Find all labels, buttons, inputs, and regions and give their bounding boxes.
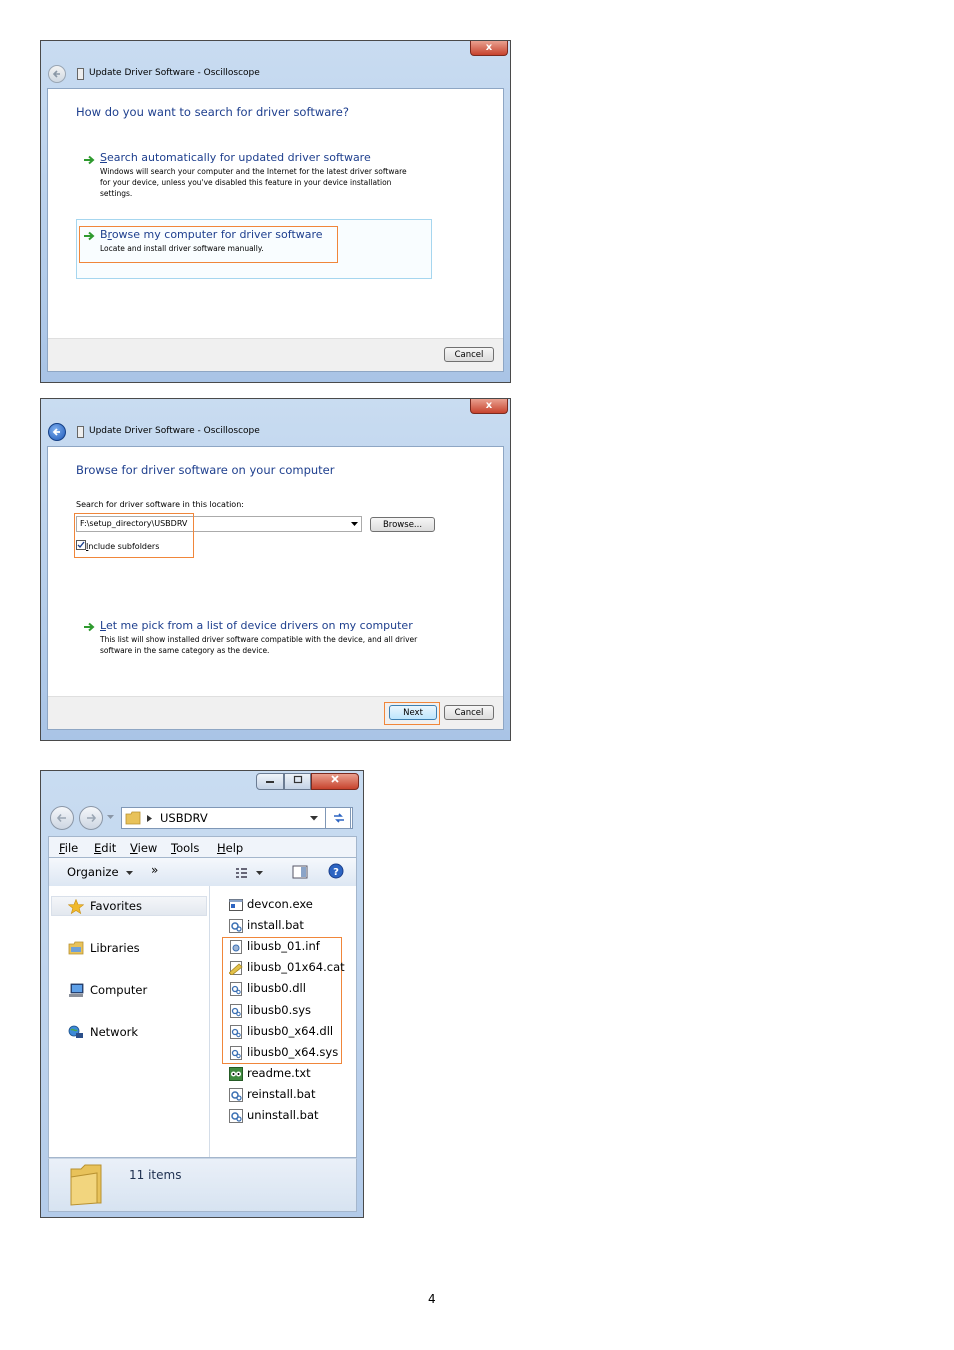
star-icon: [68, 899, 84, 914]
address-bar[interactable]: USBDRV: [121, 807, 353, 829]
dll-icon: [230, 982, 242, 996]
txt-icon: [229, 1067, 243, 1081]
bat-icon: [229, 1088, 243, 1102]
command-bar: Organize » ?: [48, 858, 357, 886]
cat-icon: [229, 961, 243, 975]
dialog-content: Browse for driver software on your compu…: [47, 446, 504, 730]
page-heading: Browse for driver software on your compu…: [76, 463, 335, 477]
dll-icon: [230, 1025, 242, 1039]
help-button[interactable]: ?: [328, 863, 344, 883]
bat-icon: [229, 1109, 243, 1123]
item-count: 11 items: [129, 1168, 182, 1182]
option-title: Search automatically for updated driver …: [100, 151, 371, 164]
bat-icon: [229, 919, 243, 933]
back-arrow-icon: [52, 428, 60, 436]
back-button[interactable]: [50, 806, 74, 830]
svg-text:?: ?: [333, 867, 339, 878]
dialog-browse-driver: x Update Driver Software - Oscilloscope …: [40, 398, 511, 741]
browse-button[interactable]: Browse...: [370, 517, 435, 532]
details-pane: 11 items: [48, 1158, 357, 1212]
window-title: Update Driver Software - Oscilloscope: [89, 426, 260, 436]
forward-arrow-icon: [87, 813, 97, 823]
menu-tools[interactable]: Tools: [171, 841, 199, 855]
close-button[interactable]: x: [470, 41, 508, 56]
dialog-content: How do you want to search for driver sof…: [47, 88, 504, 372]
device-icon: [77, 426, 84, 438]
back-button[interactable]: [48, 423, 66, 441]
menu-file[interactable]: File: [59, 841, 78, 855]
titlebar: Update Driver Software - Oscilloscope: [47, 421, 504, 443]
close-button[interactable]: [311, 773, 359, 790]
option-description: This list will show installed driver sof…: [100, 635, 418, 655]
preview-pane-icon: [292, 865, 308, 879]
minimize-button[interactable]: [256, 773, 284, 790]
menu-view[interactable]: View: [130, 841, 157, 855]
maximize-icon: [293, 775, 302, 784]
back-arrow-icon: [52, 70, 60, 78]
back-arrow-icon: [56, 813, 66, 823]
green-arrow-icon: [84, 155, 95, 165]
folder-icon: [125, 811, 141, 825]
help-icon: ?: [328, 863, 344, 879]
maximize-button[interactable]: [284, 773, 311, 790]
close-button[interactable]: x: [470, 399, 508, 414]
view-options-button[interactable]: [235, 865, 265, 884]
back-button[interactable]: [48, 65, 66, 83]
option-description: Windows will search your computer and th…: [100, 167, 407, 198]
explorer-window: USBDRV File Edit View Tools Help Organiz…: [40, 770, 364, 1218]
close-icon: [331, 775, 339, 783]
cancel-button[interactable]: Cancel: [444, 705, 494, 720]
page-number: 4: [428, 1292, 436, 1306]
sys-icon: [230, 1004, 242, 1018]
minimize-icon: [266, 781, 274, 783]
option-title: Let me pick from a list of device driver…: [100, 619, 413, 632]
menu-help[interactable]: Help: [217, 841, 243, 855]
button-footer: Next Cancel: [48, 696, 503, 729]
refresh-icon: [334, 813, 344, 823]
network-icon: [68, 1025, 83, 1038]
window-title: Update Driver Software - Oscilloscope: [89, 68, 260, 78]
button-footer: Cancel: [48, 338, 503, 371]
navigation-pane: Favorites Libraries Computer Network: [49, 886, 210, 1157]
titlebar: Update Driver Software - Oscilloscope: [47, 63, 504, 85]
computer-icon: [69, 983, 84, 997]
dropdown-arrow-icon[interactable]: [310, 816, 318, 821]
dialog-update-driver-search: x Update Driver Software - Oscilloscope …: [40, 40, 511, 383]
preview-pane-button[interactable]: [292, 864, 308, 883]
device-icon: [77, 68, 84, 80]
menu-bar: File Edit View Tools Help: [48, 836, 357, 858]
explorer-body: Favorites Libraries Computer Network dev…: [48, 886, 357, 1158]
option-description: Locate and install driver software manua…: [100, 244, 264, 253]
recent-pages-icon[interactable]: [107, 815, 114, 820]
highlight-box: [74, 513, 194, 558]
inf-icon: [230, 940, 242, 954]
dropdown-arrow-icon: [126, 871, 134, 875]
green-arrow-icon: [84, 231, 95, 241]
exe-icon: [229, 899, 243, 911]
more-commands-button[interactable]: »: [151, 863, 158, 877]
green-arrow-icon: [84, 622, 95, 632]
option-title: Browse my computer for driver software: [100, 228, 323, 241]
organize-button[interactable]: Organize: [67, 865, 134, 879]
menu-edit[interactable]: Edit: [94, 841, 116, 855]
page-heading: How do you want to search for driver sof…: [76, 105, 349, 119]
view-list-icon: [236, 868, 263, 878]
search-location-label: Search for driver software in this locat…: [76, 500, 244, 509]
sys-icon: [230, 1046, 242, 1060]
forward-button[interactable]: [79, 806, 103, 830]
refresh-button[interactable]: [325, 807, 351, 829]
address-path: USBDRV: [160, 811, 208, 825]
next-button[interactable]: Next: [389, 705, 437, 720]
dropdown-arrow-icon[interactable]: [351, 522, 358, 527]
cancel-button[interactable]: Cancel: [444, 347, 494, 362]
breadcrumb-arrow-icon[interactable]: [147, 815, 152, 822]
folder-icon: [70, 1164, 102, 1206]
libraries-icon: [68, 941, 84, 955]
